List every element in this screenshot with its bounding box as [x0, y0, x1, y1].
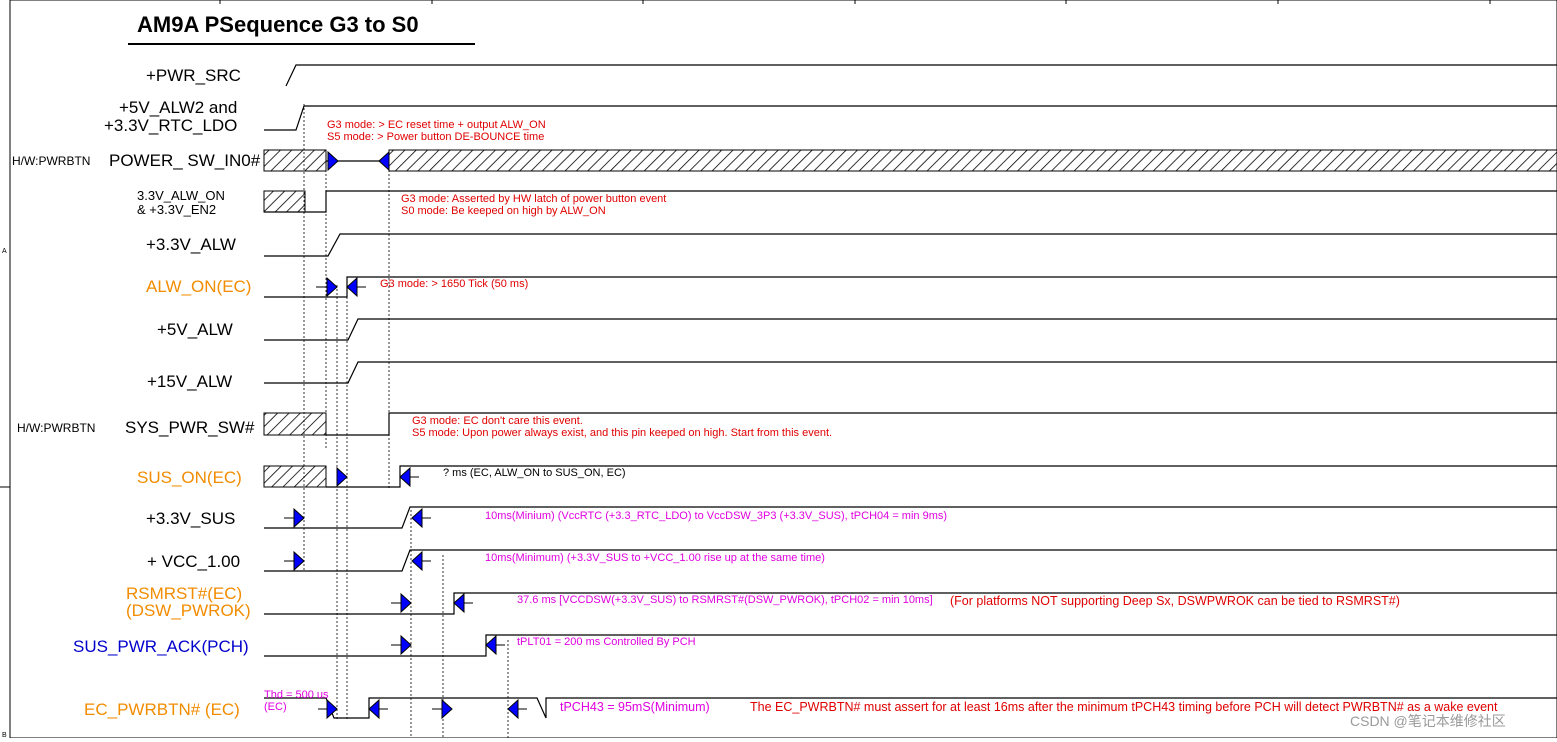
signal-label-sys-pwr: SYS_PWR_SW#	[125, 418, 255, 437]
signal-label-pwr-src: +PWR_SRC	[146, 66, 241, 85]
note-s0-keep-high: S0 mode: Be keeped on high by ALW_ON	[401, 205, 606, 217]
tag-hw-pwrbtn-1: H/W:PWRBTN	[12, 154, 91, 168]
arrow-psw-right	[378, 150, 390, 172]
note-deep-sx: (For platforms NOT supporting Deep Sx, D…	[950, 594, 1400, 608]
note-s5-upon-power: S5 mode: Upon power always exist, and th…	[412, 427, 833, 439]
arrow-vcc-1	[293, 550, 305, 572]
hatch-power-sw-a	[263, 149, 327, 172]
note-vcc100-rise: 10ms(Minimum) (+3.3V_SUS to +VCC_1.00 ri…	[485, 552, 825, 564]
margin-mark-a: A	[2, 248, 7, 255]
signal-label-rsmrst-line2: (DSW_PWROK)	[126, 601, 251, 620]
arrow-alw-on-1	[326, 276, 338, 298]
watermark: CSDN @笔记本维修社区	[1350, 713, 1506, 729]
arrow-ecp-2	[368, 698, 380, 720]
arrow-psw-left	[327, 150, 339, 172]
wave-pwr-src	[285, 64, 1557, 87]
arrow-rsm-1	[400, 592, 412, 614]
arrow-ecp-4	[507, 698, 519, 720]
signal-label-33v-sus: +3.3V_SUS	[146, 509, 236, 528]
signal-label-alw-on-en2-line2: & +3.3V_EN2	[137, 202, 217, 217]
arrow-33sus-2	[411, 507, 423, 529]
wave-sus-pwr-ack	[264, 634, 1557, 657]
arrow-sus-on-1	[336, 466, 348, 488]
note-alw-on-to-sus-on: ? ms (EC, ALW_ON to SUS_ON, EC)	[443, 467, 626, 479]
signal-label-sus-on: SUS_ON(EC)	[137, 468, 242, 487]
wave-15v-alw	[264, 361, 1557, 384]
wave-33v-alw	[264, 233, 1557, 257]
arrow-rsm-2	[453, 592, 465, 614]
wave-vcc100	[264, 549, 1557, 572]
tag-hw-pwrbtn-2: H/W:PWRBTN	[17, 421, 96, 435]
note-tpch04: 10ms(Minium) (VccRTC (+3.3_RTC_LDO) to V…	[485, 510, 948, 522]
arrow-sus-on-2	[399, 466, 411, 488]
signal-label-33v-alw: +3.3V_ALW	[146, 235, 236, 254]
signal-label-15v-alw: +15V_ALW	[147, 372, 233, 391]
note-s5-debounce: S5 mode: > Power button DE-BOUNCE time	[327, 131, 545, 143]
arrow-ecp-3	[441, 698, 453, 720]
signal-label-ec-pwrbtn: EC_PWRBTN# (EC)	[84, 700, 240, 719]
note-thd-ec: (EC)	[264, 701, 287, 713]
arrow-alw-on-2	[346, 276, 358, 298]
signal-label-alw2-line2: +3.3V_RTC_LDO	[104, 116, 238, 135]
hatch-sus-on	[263, 465, 327, 488]
note-tpch02: 37.6 ms [VCCDSW(+3.3V_SUS) to RSMRST#(DS…	[517, 594, 933, 606]
margin-mark-b: B	[2, 732, 7, 739]
arrow-ack-1	[400, 634, 412, 656]
arrow-33sus-1	[293, 507, 305, 529]
signal-label-vcc100: + VCC_1.00	[147, 552, 241, 571]
title-underline	[128, 43, 475, 45]
arrow-ack-2	[485, 634, 497, 656]
diagram-title: AM9A PSequence G3 to S0	[137, 12, 419, 37]
hatch-alw-on-en2	[263, 190, 306, 213]
hatch-sys-pwr	[263, 412, 327, 436]
note-tpch43: tPCH43 = 95mS(Minimum)	[560, 700, 710, 714]
wave-5v-alw	[264, 318, 1557, 341]
signal-label-5v-alw: +5V_ALW	[157, 320, 233, 339]
signal-label-alw2-line1: +5V_ALW2 and	[119, 98, 238, 117]
arrow-vcc-2	[411, 550, 423, 572]
signal-label-power-sw: POWER_ SW_IN0#	[109, 151, 261, 170]
note-1650-tick: G3 mode: > 1650 Tick (50 ms)	[380, 278, 529, 290]
signal-label-alw-on-ec: ALW_ON(EC)	[146, 277, 252, 296]
signal-label-alw-on-en2-line1: 3.3V_ALW_ON	[137, 188, 225, 203]
note-tplt01: tPLT01 = 200 ms Controlled By PCH	[517, 636, 696, 648]
hatch-power-sw-b	[388, 149, 1557, 172]
arrow-ecp-1	[326, 698, 338, 720]
signal-label-sus-pwr-ack: SUS_PWR_ACK(PCH)	[73, 637, 249, 656]
